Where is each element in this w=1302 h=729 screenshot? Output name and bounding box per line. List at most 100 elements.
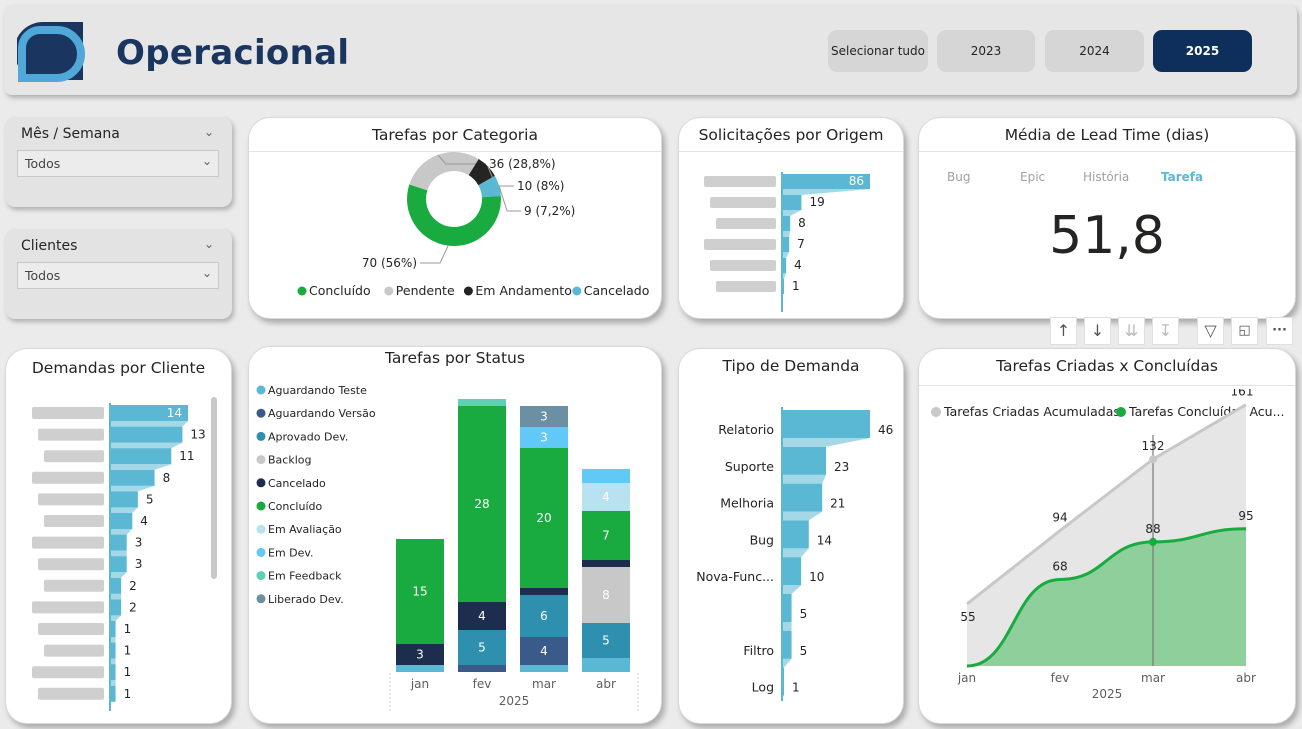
obscured-category-label <box>32 407 104 419</box>
data-label: 86 <box>849 174 864 188</box>
origin-bar-chart: 86 198 7 4 1 <box>704 172 870 312</box>
dropdown-value: Todos <box>25 156 61 171</box>
data-label: 2 <box>129 579 137 593</box>
segment-label: 20 <box>536 511 551 525</box>
title-divider <box>919 151 1295 152</box>
bar-ribbon <box>110 572 127 578</box>
stack-segment <box>458 665 506 672</box>
year-2023-button[interactable]: 2023 <box>937 30 1035 72</box>
legend-label: Concluído <box>309 283 371 298</box>
obscured-category-label <box>32 536 104 549</box>
card-title: Média de Lead Time (dias) <box>1004 126 1210 144</box>
obscured-category-label <box>710 197 776 208</box>
select-all-button[interactable]: Selecionar tudo <box>828 30 928 72</box>
tab-tarefa[interactable]: Tarefa <box>1161 170 1203 184</box>
legend-marker <box>1116 407 1126 417</box>
arrow-up-icon[interactable]: ↑ <box>1050 317 1077 345</box>
month-week-dropdown[interactable]: Todos ⌄ <box>17 150 219 177</box>
bar-ribbon <box>782 622 792 631</box>
legend-label: Em Feedback <box>268 570 342 583</box>
bar <box>110 469 155 486</box>
demand-type-bar-chart: 46 Relatorio 23 Suporte 21 Melhoria 14 Bug 10 Nov… <box>696 407 893 701</box>
more-options-icon[interactable]: ··· <box>1266 317 1293 345</box>
donut-label-2: 10 (8%) <box>517 179 564 193</box>
clients-dropdown[interactable]: Todos ⌄ <box>17 262 219 289</box>
data-label: 21 <box>830 497 845 511</box>
data-label: 1 <box>124 665 132 679</box>
data-label: 5 <box>800 644 808 658</box>
obscured-category-label <box>38 493 104 506</box>
legend-label: Concluído <box>268 500 322 513</box>
chevron-down-icon[interactable]: ⌄ <box>204 125 214 139</box>
category-donut-chart: 36 (28,8%) 10 (8%) 9 (7,2%) 70 (56%) Concluí… <box>297 152 649 298</box>
card-title: Tipo de Demanda <box>722 357 860 375</box>
data-label: 11 <box>179 449 194 463</box>
legend-marker <box>256 501 266 511</box>
tab-historia[interactable]: História <box>1083 170 1129 184</box>
bar <box>110 448 172 465</box>
data-label: 132 <box>1142 439 1165 453</box>
legend-label: Tarefas Criadas Acumuladas <box>943 404 1120 419</box>
bar-ribbon <box>782 231 791 237</box>
scrollbar[interactable] <box>211 397 217 579</box>
requests-by-origin-card: Solicitações por Origem 86 19 8 7 4 1 <box>678 117 904 319</box>
data-label: 3 <box>135 557 143 571</box>
slicer-label: Mês / Semana <box>21 126 120 142</box>
legend-marker <box>463 286 473 296</box>
legend-marker <box>256 547 266 557</box>
obscured-category-label <box>32 666 104 679</box>
obscured-category-label <box>38 558 104 571</box>
clients-slicer: Clientes ⌄ Todos ⌄ <box>5 229 232 319</box>
data-label: 3 <box>135 536 143 550</box>
legend-marker <box>256 524 266 534</box>
data-label: 46 <box>878 423 893 437</box>
filter-icon[interactable]: ▽ <box>1197 317 1224 345</box>
legend-marker <box>297 286 307 296</box>
obscured-category-label <box>44 515 104 527</box>
bar <box>110 577 122 594</box>
stack-segment <box>520 588 568 595</box>
chevron-down-icon[interactable]: ⌄ <box>204 237 214 251</box>
focus-mode-icon[interactable]: ◱ <box>1231 317 1258 345</box>
x-tick-label: fev <box>1051 671 1070 685</box>
bar <box>110 426 183 443</box>
obscured-category-label <box>38 428 104 441</box>
bar <box>782 557 802 586</box>
arrow-down-icon[interactable]: ↓ <box>1084 317 1111 345</box>
expand-hierarchy-icon[interactable]: ↧ <box>1152 317 1179 345</box>
tab-bug[interactable]: Bug <box>947 170 970 184</box>
donut-label-3: 9 (7,2%) <box>524 204 575 218</box>
data-label: 1 <box>792 681 800 695</box>
data-label: 7 <box>797 237 805 251</box>
page-title: Operacional <box>116 33 350 73</box>
year-2024-button[interactable]: 2024 <box>1045 30 1144 72</box>
legend-label: Tarefas Concluídas Acu... <box>1128 404 1285 419</box>
segment-label: 3 <box>540 410 548 424</box>
slicer-label: Clientes <box>21 238 78 254</box>
category-label: Bug <box>750 532 774 547</box>
category-label: Melhoria <box>720 496 774 511</box>
bar <box>110 513 133 529</box>
year-2025-button[interactable]: 2025 <box>1153 30 1252 72</box>
header-bar: Operacional Selecionar tudo 2023 2024 20… <box>4 5 1297 95</box>
tab-epic[interactable]: Epic <box>1020 170 1045 184</box>
client-bar-chart: 14131185433221111 <box>32 403 206 711</box>
segment-label: 28 <box>474 497 489 511</box>
bar-ribbon <box>782 585 802 594</box>
data-label: 19 <box>809 195 824 209</box>
tasks-by-status-card: Tarefas por Status Aguardando Teste Aguar… <box>248 346 662 724</box>
category-label: Relatorio <box>718 422 774 437</box>
data-label: 23 <box>834 460 849 474</box>
data-label: 14 <box>817 533 832 547</box>
lead-time-value: 51,8 <box>1049 206 1165 266</box>
data-label: 1 <box>124 644 132 658</box>
obscured-category-label <box>710 260 776 271</box>
bar-ribbon <box>110 442 183 449</box>
segment-label: 15 <box>412 585 427 599</box>
double-arrow-down-icon[interactable]: ⇊ <box>1118 317 1145 345</box>
data-label: 94 <box>1052 511 1067 525</box>
obscured-category-label <box>44 450 104 463</box>
bar-ribbon <box>782 511 823 521</box>
legend-marker <box>256 431 266 441</box>
obscured-category-label <box>38 623 104 635</box>
